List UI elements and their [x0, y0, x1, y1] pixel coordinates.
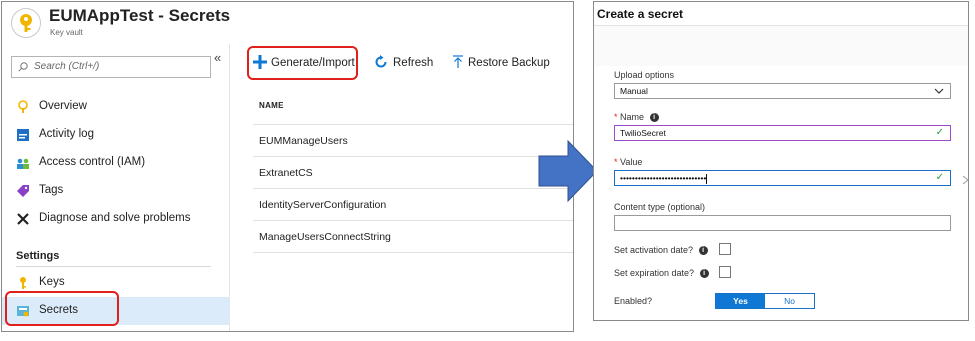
upload-options-value: Manual	[620, 86, 648, 96]
sidebar-item-activity-log[interactable]: Activity log	[2, 121, 230, 149]
refresh-button[interactable]: Refresh	[374, 54, 438, 74]
blade-title: Create a secret	[597, 7, 684, 21]
sidebar-item-label: Activity log	[39, 128, 94, 140]
enabled-label: Enabled?	[614, 296, 653, 306]
upload-options-dropdown[interactable]: Manual	[614, 83, 951, 99]
blade-header: EUMAppTest - Secrets Key vault	[2, 2, 573, 44]
settings-section-label: Settings	[16, 250, 60, 262]
sidebar-item-label: Keys	[39, 276, 65, 288]
content-type-label: Content type (optional)	[614, 202, 706, 212]
sidebar-item-tags[interactable]: Tags	[2, 177, 230, 205]
upload-icon	[453, 55, 463, 68]
value-field-label: * Value	[614, 157, 642, 167]
upload-options-label: Upload options	[614, 70, 675, 80]
sidebar-item-label: Access control (IAM)	[39, 156, 146, 168]
search-icon	[18, 62, 28, 72]
sidebar-item-label: Tags	[39, 184, 64, 196]
required-marker: *	[614, 157, 618, 167]
collapse-sidebar-button[interactable]: «	[214, 50, 221, 65]
page-title: EUMAppTest - Secrets	[49, 6, 231, 25]
activation-date-label: Set activation date? i	[614, 245, 708, 256]
search-input[interactable]: Search (Ctrl+/)	[11, 56, 211, 78]
section-divider	[16, 266, 211, 267]
name-column-header[interactable]: NAME	[259, 101, 284, 110]
reveal-handle-icon[interactable]	[963, 174, 969, 186]
refresh-label: Refresh	[393, 57, 434, 69]
sidebar-item-diagnose[interactable]: Diagnose and solve problems	[2, 205, 230, 233]
table-row[interactable]: EUMManageUsers	[253, 124, 573, 156]
create-secret-blade: Create a secret Upload options Manual * …	[593, 1, 969, 321]
key-vault-icon	[18, 100, 28, 113]
name-input-value: TwilioSecret	[620, 128, 666, 138]
table-row[interactable]: IdentityServerConfiguration	[253, 188, 573, 220]
name-label-text: Name	[620, 112, 645, 122]
name-input[interactable]: TwilioSecret ✓	[614, 125, 951, 141]
restore-backup-label: Restore Backup	[468, 57, 550, 69]
info-icon[interactable]: i	[699, 269, 709, 279]
enabled-yes-option[interactable]: Yes	[716, 294, 765, 308]
value-label-text: Value	[620, 157, 643, 167]
value-password-input[interactable]: ••••••••••••••••••••••••••••• ✓	[614, 170, 951, 186]
content-type-input[interactable]	[614, 215, 951, 231]
table-row[interactable]: ExtranetCS	[253, 156, 573, 188]
table-row[interactable]: ManageUsersConnectString	[253, 220, 573, 252]
search-placeholder: Search (Ctrl+/)	[34, 61, 100, 72]
required-marker: *	[614, 112, 618, 122]
table-bottom-border	[253, 252, 573, 253]
activation-date-checkbox[interactable]	[719, 243, 731, 255]
secret-name: ManageUsersConnectString	[259, 231, 391, 243]
secret-name: ExtranetCS	[259, 167, 313, 179]
enabled-no-option[interactable]: No	[765, 294, 814, 308]
arrow-right-icon	[538, 140, 598, 202]
page-subtitle: Key vault	[50, 28, 83, 37]
activity-log-icon	[17, 129, 29, 141]
tag-icon	[17, 185, 29, 197]
chevron-down-icon	[934, 88, 944, 94]
restore-backup-button[interactable]: Restore Backup	[452, 54, 552, 74]
sidebar-item-label: Diagnose and solve problems	[39, 212, 191, 224]
sidebar-item-label: Overview	[39, 100, 87, 112]
value-input-masked: •••••••••••••••••••••••••••••	[620, 173, 708, 184]
key-vault-icon	[11, 8, 41, 38]
enabled-toggle[interactable]: Yes No	[715, 293, 815, 309]
people-icon	[17, 158, 29, 169]
header-spacer	[594, 26, 968, 66]
secret-name: IdentityServerConfiguration	[259, 199, 387, 211]
checkmark-icon: ✓	[935, 127, 944, 138]
sidebar: Search (Ctrl+/) « Overview Activity log	[2, 44, 230, 331]
key-icon	[20, 277, 26, 289]
secrets-nav-highlight	[5, 291, 119, 326]
wrench-icon	[17, 213, 29, 225]
sidebar-item-access-control[interactable]: Access control (IAM)	[2, 149, 230, 177]
secrets-list-pane: Generate/Import Refresh Restore Backup N…	[231, 44, 573, 331]
name-field-label: * Name i	[614, 112, 659, 123]
expiration-date-checkbox[interactable]	[719, 266, 731, 278]
secret-name: EUMManageUsers	[259, 135, 348, 147]
expiration-date-label: Set expiration date? i	[614, 268, 709, 279]
sidebar-item-overview[interactable]: Overview	[2, 93, 230, 121]
refresh-icon	[375, 55, 387, 68]
checkmark-icon: ✓	[935, 172, 944, 183]
info-icon[interactable]: i	[698, 246, 708, 256]
info-icon[interactable]: i	[649, 113, 659, 123]
generate-import-highlight	[247, 46, 358, 80]
